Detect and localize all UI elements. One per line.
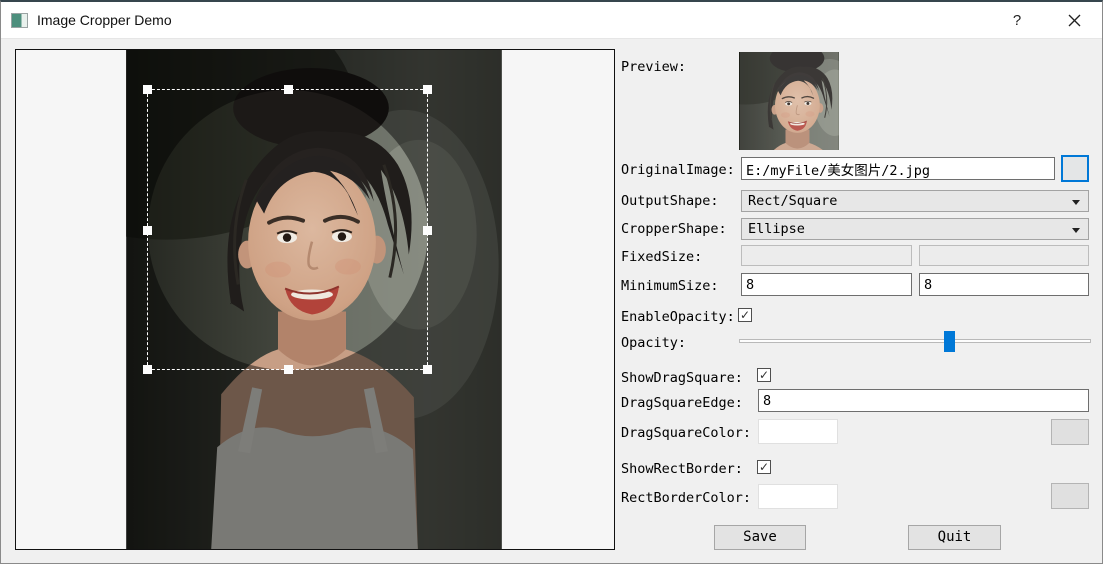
show-drag-square-label: ShowDragSquare: (621, 370, 743, 386)
drag-square-color-swatch (758, 419, 838, 444)
opacity-label: Opacity: (621, 335, 686, 351)
drag-handle-bottom-left[interactable] (143, 365, 152, 374)
show-drag-square-checkbox[interactable]: ✓ (757, 368, 771, 382)
image-cropper-panel (15, 49, 615, 550)
enable-opacity-checkbox[interactable]: ✓ (738, 308, 752, 322)
chevron-down-icon (1072, 200, 1080, 205)
slider-track[interactable] (739, 339, 1091, 343)
drag-square-edge-label: DragSquareEdge: (621, 395, 743, 411)
minimum-size-width-input[interactable] (741, 273, 912, 296)
original-image-label: OriginalImage: (621, 162, 735, 178)
drag-handle-bottom-right[interactable] (423, 365, 432, 374)
show-rect-border-label: ShowRectBorder: (621, 461, 743, 477)
drag-handle-middle-right[interactable] (423, 226, 432, 235)
drag-handle-bottom-middle[interactable] (284, 365, 293, 374)
rect-border-color-button[interactable] (1051, 483, 1089, 509)
drag-handle-top-left[interactable] (143, 85, 152, 94)
output-shape-label: OutputShape: (621, 193, 719, 209)
chevron-down-icon (1072, 228, 1080, 233)
drag-square-edge-input[interactable] (758, 389, 1089, 412)
drag-square-color-button[interactable] (1051, 419, 1089, 445)
window-title: Image Cropper Demo (37, 12, 172, 28)
drag-handle-top-middle[interactable] (284, 85, 293, 94)
show-rect-border-checkbox[interactable]: ✓ (757, 460, 771, 474)
output-shape-value: Rect/Square (748, 193, 837, 209)
titlebar: Image Cropper Demo ? (1, 2, 1102, 39)
close-button[interactable] (1051, 2, 1097, 39)
quit-button[interactable]: Quit (908, 525, 1001, 550)
close-icon (1068, 14, 1081, 27)
app-window: Image Cropper Demo ? (0, 0, 1103, 564)
fixed-size-height-input (919, 245, 1089, 266)
cropper-shape-select[interactable]: Ellipse (741, 218, 1089, 240)
rect-border-color-label: RectBorderColor: (621, 490, 751, 506)
minimum-size-label: MinimumSize: (621, 278, 719, 294)
output-shape-select[interactable]: Rect/Square (741, 190, 1089, 212)
browse-button[interactable] (1061, 155, 1089, 182)
save-button[interactable]: Save (714, 525, 806, 550)
help-button[interactable]: ? (994, 2, 1040, 39)
preview-label: Preview: (621, 59, 686, 75)
crop-rect-border[interactable] (147, 89, 428, 370)
original-image-input[interactable] (741, 157, 1055, 180)
drag-handle-top-right[interactable] (423, 85, 432, 94)
rect-border-color-swatch (758, 484, 838, 509)
window-icon (11, 13, 28, 28)
drag-square-color-label: DragSquareColor: (621, 425, 751, 441)
original-image-view (126, 50, 502, 549)
fixed-size-width-input (741, 245, 912, 266)
enable-opacity-label: EnableOpacity: (621, 309, 735, 325)
preview-image (739, 52, 839, 150)
drag-handle-middle-left[interactable] (143, 226, 152, 235)
slider-handle[interactable] (944, 331, 955, 352)
cropper-shape-label: CropperShape: (621, 221, 727, 237)
fixed-size-label: FixedSize: (621, 249, 702, 265)
minimum-size-height-input[interactable] (919, 273, 1089, 296)
opacity-slider[interactable] (739, 331, 1091, 352)
cropper-shape-value: Ellipse (748, 221, 805, 237)
